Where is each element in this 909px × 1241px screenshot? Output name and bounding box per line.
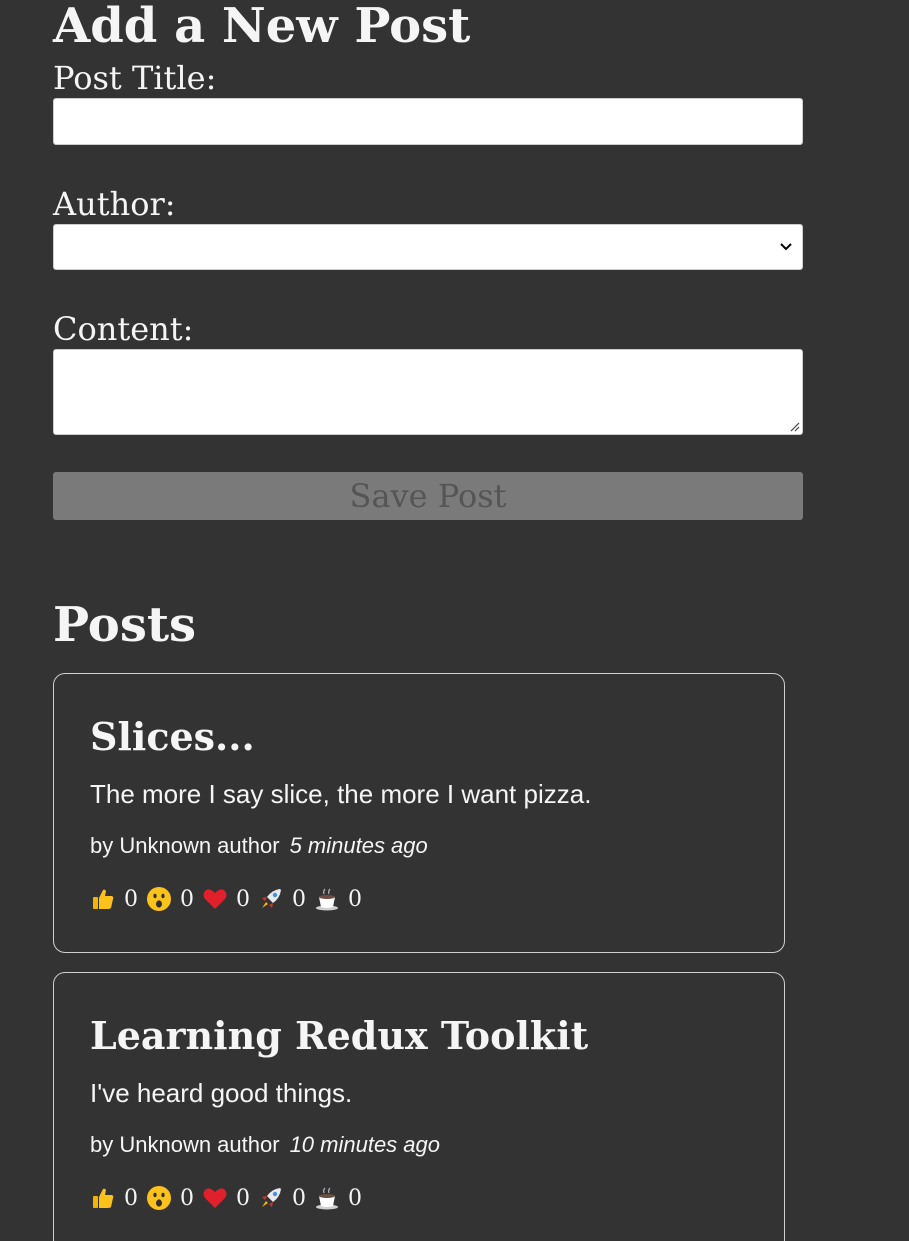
post-author: by Unknown author (90, 833, 280, 858)
heart-icon (203, 889, 227, 909)
reaction-count: 0 (180, 1185, 194, 1211)
reaction-thumbs-up-button[interactable]: 0 (90, 886, 138, 912)
coffee-icon (316, 888, 338, 911)
coffee-icon (316, 1187, 338, 1210)
reaction-count: 0 (348, 886, 362, 912)
reaction-coffee-button[interactable]: 0 (314, 886, 362, 912)
reaction-bar: 0 0 0 0 0 (90, 886, 370, 912)
wow-face-icon (147, 887, 171, 911)
reaction-heart-button[interactable]: 0 (202, 886, 250, 912)
rocket-icon (262, 889, 281, 908)
reaction-count: 0 (180, 886, 194, 912)
reaction-count: 0 (236, 1185, 250, 1211)
content-label: Content: (53, 310, 194, 348)
post-card: Slices... The more I say slice, the more… (53, 673, 785, 953)
form-heading: Add a New Post (53, 0, 471, 54)
post-meta: by Unknown author 10 minutes ago (90, 1131, 440, 1159)
reaction-count: 0 (348, 1185, 362, 1211)
resize-grip-icon[interactable] (788, 420, 800, 432)
reaction-count: 0 (124, 886, 138, 912)
reaction-count: 0 (124, 1185, 138, 1211)
reaction-bar: 0 0 0 0 0 (90, 1185, 370, 1211)
post-title: Learning Redux Toolkit (90, 1013, 589, 1058)
author-label: Author: (53, 185, 176, 223)
post-title-label: Post Title: (53, 59, 217, 97)
reaction-coffee-button[interactable]: 0 (314, 1185, 362, 1211)
reaction-wow-button[interactable]: 0 (146, 886, 194, 912)
post-timestamp: 10 minutes ago (289, 1132, 440, 1157)
post-title: Slices... (90, 714, 255, 759)
save-post-button[interactable]: Save Post (53, 472, 803, 520)
posts-heading: Posts (53, 597, 197, 653)
reaction-count: 0 (236, 886, 250, 912)
reaction-rocket-button[interactable]: 0 (258, 1185, 306, 1211)
reaction-rocket-button[interactable]: 0 (258, 886, 306, 912)
reaction-thumbs-up-button[interactable]: 0 (90, 1185, 138, 1211)
heart-icon (203, 1188, 227, 1208)
post-excerpt: The more I say slice, the more I want pi… (90, 779, 592, 809)
author-select[interactable] (53, 224, 803, 270)
reaction-heart-button[interactable]: 0 (202, 1185, 250, 1211)
post-excerpt: I've heard good things. (90, 1078, 353, 1108)
reaction-count: 0 (292, 886, 306, 912)
thumbs-up-icon (93, 1188, 114, 1208)
post-timestamp: 5 minutes ago (289, 833, 428, 858)
rocket-icon (262, 1188, 281, 1207)
reaction-wow-button[interactable]: 0 (146, 1185, 194, 1211)
post-title-input[interactable] (53, 98, 803, 145)
post-card: Learning Redux Toolkit I've heard good t… (53, 972, 785, 1241)
chevron-down-icon (780, 243, 792, 251)
content-textarea[interactable] (53, 349, 803, 435)
reaction-count: 0 (292, 1185, 306, 1211)
wow-face-icon (147, 1186, 171, 1210)
post-meta: by Unknown author 5 minutes ago (90, 832, 428, 860)
thumbs-up-icon (93, 889, 114, 909)
post-author: by Unknown author (90, 1132, 280, 1157)
